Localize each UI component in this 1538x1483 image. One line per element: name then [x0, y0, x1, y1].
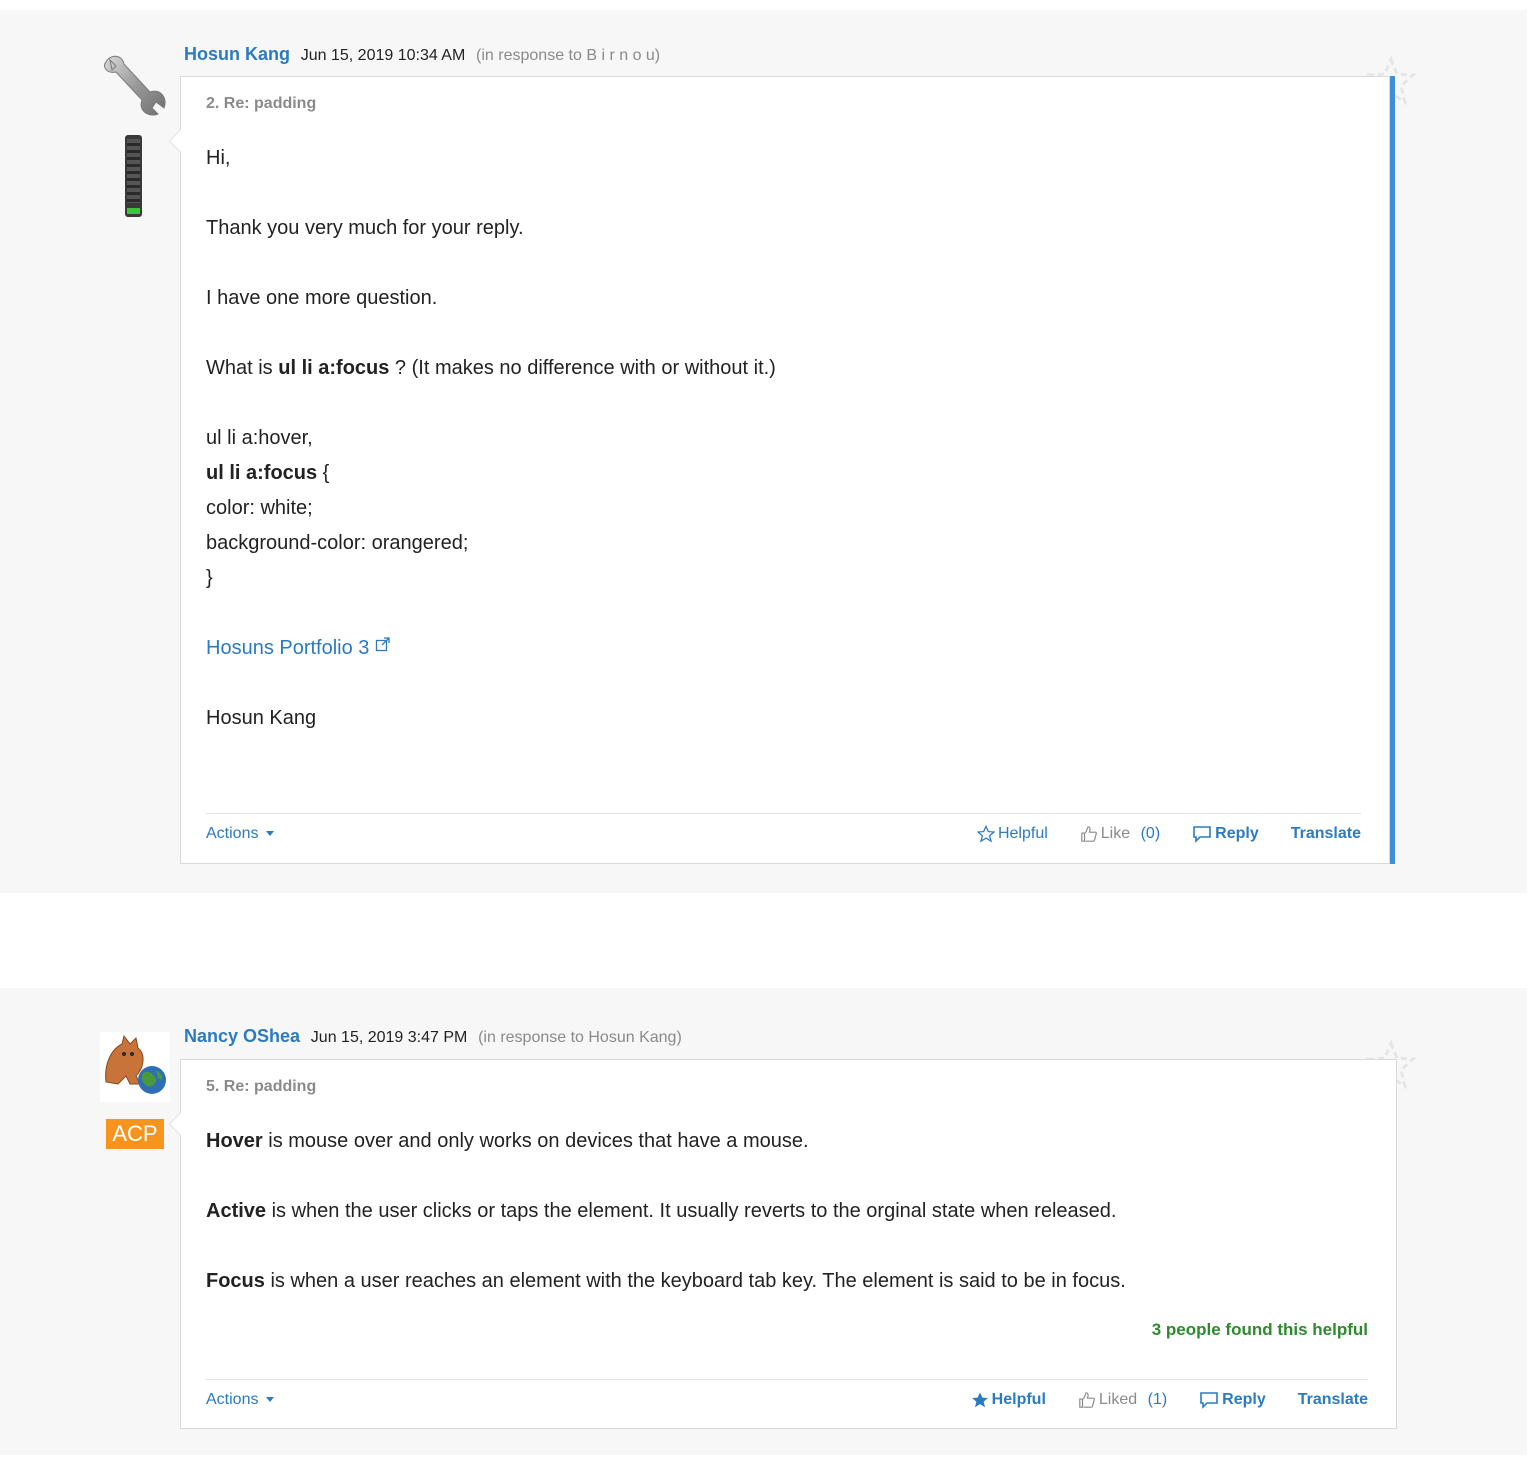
body-line: Active is when the user clicks or taps t…: [206, 1200, 1117, 1222]
actions-dropdown[interactable]: Actions: [206, 1391, 275, 1409]
post-actions-bar: Actions Helpful Liked (1) Reply Translat…: [206, 1387, 1368, 1417]
translate-button[interactable]: Translate: [1291, 825, 1361, 843]
code-line: background-color: orangered;: [206, 532, 469, 554]
post-meta: Nancy OShea Jun 15, 2019 3:47 PM (in res…: [184, 1026, 682, 1047]
caret-down-icon: [266, 1397, 275, 1403]
post-date: Jun 15, 2019 3:47 PM: [310, 1029, 468, 1046]
post-date: Jun 15, 2019 10:34 AM: [300, 47, 466, 64]
status-level-meter: [125, 135, 142, 217]
code-line: color: white;: [206, 497, 313, 519]
acp-badge: ACP: [106, 1119, 164, 1149]
author-avatar[interactable]: [100, 50, 170, 217]
thumbs-up-icon: [1080, 826, 1097, 842]
post-body: Hover is mouse over and only works on de…: [206, 1124, 1368, 1299]
body-line: What is ul li a:focus ? (It makes no dif…: [206, 357, 776, 379]
post-body: Hi, Thank you very much for your reply. …: [206, 141, 1361, 736]
code-line: ul li a:hover,: [206, 427, 313, 449]
reply-button[interactable]: Reply: [1199, 1391, 1266, 1409]
body-line: Thank you very much for your reply.: [206, 217, 524, 239]
author-avatar[interactable]: ACP: [100, 1032, 170, 1149]
post-meta: Hosun Kang Jun 15, 2019 10:34 AM (in res…: [184, 44, 660, 65]
actions-dropdown[interactable]: Actions: [206, 825, 275, 843]
reply-post: Hosun Kang Jun 15, 2019 10:34 AM (in res…: [0, 10, 1527, 893]
helpful-count-note: 3 people found this helpful: [1151, 1320, 1368, 1339]
signature: Hosun Kang: [206, 707, 317, 729]
in-response-to[interactable]: (in response to B i r n o u): [476, 47, 660, 64]
post-subject[interactable]: 5. Re: padding: [206, 1078, 316, 1096]
thumbs-up-icon: [1079, 1392, 1095, 1408]
helpful-button[interactable]: Helpful: [971, 1391, 1046, 1409]
star-filled-icon: [971, 1392, 988, 1408]
post-actions-bar: Actions Helpful Like (0) Reply Translate: [206, 821, 1361, 851]
speech-bubble-icon: [1193, 826, 1211, 843]
post-subject[interactable]: 2. Re: padding: [206, 95, 316, 113]
star-outline-icon: [976, 825, 995, 843]
post-card: 2. Re: padding Hi, Thank you very much f…: [169, 76, 1390, 864]
caret-down-icon: [266, 831, 275, 837]
translate-button[interactable]: Translate: [1298, 1391, 1368, 1409]
helpful-button[interactable]: Helpful: [976, 825, 1048, 843]
body-line: I have one more question.: [206, 287, 438, 309]
code-line: }: [206, 567, 213, 589]
in-response-to[interactable]: (in response to Hosun Kang): [478, 1029, 682, 1046]
post-card: 5. Re: padding Hover is mouse over and o…: [169, 1059, 1397, 1429]
reply-post: ACP Nancy OShea Jun 15, 2019 3:47 PM (in…: [0, 988, 1527, 1455]
unread-indicator: [1390, 76, 1395, 864]
liked-button[interactable]: Liked (1): [1078, 1391, 1167, 1409]
external-link-icon: [375, 637, 390, 652]
portfolio-link[interactable]: Hosuns Portfolio 3: [206, 631, 1361, 666]
body-line: Focus is when a user reaches an element …: [206, 1270, 1126, 1292]
cat-globe-avatar: [100, 1032, 170, 1102]
wrench-icon: [103, 55, 166, 116]
reply-button[interactable]: Reply: [1192, 825, 1259, 843]
code-line: ul li a:focus {: [206, 462, 330, 484]
author-name[interactable]: Hosun Kang: [184, 44, 290, 64]
body-line: Hover is mouse over and only works on de…: [206, 1130, 809, 1152]
like-button[interactable]: Like (0): [1080, 825, 1160, 843]
body-line: Hi,: [206, 147, 231, 169]
author-name[interactable]: Nancy OShea: [184, 1026, 300, 1046]
speech-bubble-icon: [1200, 1392, 1218, 1409]
